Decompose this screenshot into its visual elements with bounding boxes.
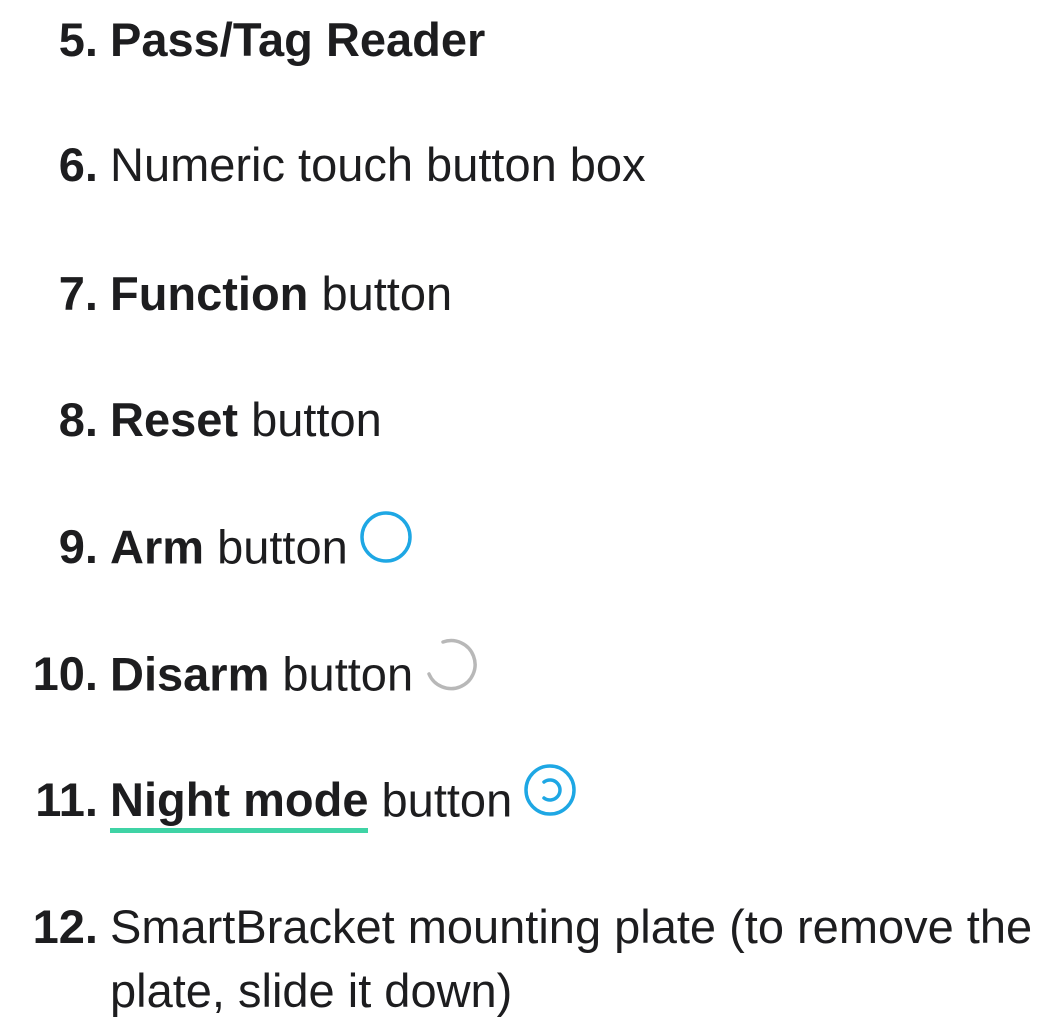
item-title: Reset <box>110 393 239 446</box>
item-text: button <box>308 267 453 320</box>
list-item-10: 10. Disarm button <box>0 638 1064 714</box>
item-title: Disarm <box>110 647 270 701</box>
list-item-9: 9. Arm button <box>0 511 1064 587</box>
disarm-broken-circle-icon <box>423 636 479 708</box>
item-number: 6. <box>58 138 98 191</box>
item-number: 5. <box>58 13 98 66</box>
item-title: Function <box>110 267 309 320</box>
night-mode-circle-icon <box>522 762 578 834</box>
item-number: 9. <box>58 520 98 574</box>
item-number: 10. <box>32 647 98 701</box>
list-item-6: 6. Numeric touch button box <box>0 133 1064 197</box>
item-text: Numeric touch button box <box>110 138 646 191</box>
arm-circle-icon <box>358 509 414 581</box>
item-text: button <box>269 647 414 701</box>
item-number: 8. <box>58 393 98 446</box>
item-title: Pass/Tag Reader <box>110 13 486 66</box>
item-text: SmartBracket mounting plate (to remove t… <box>110 900 1033 1017</box>
item-number: 12. <box>32 900 98 953</box>
item-number: 7. <box>58 267 98 320</box>
item-number: 11. <box>35 773 98 827</box>
item-text: button <box>204 520 348 574</box>
night-mode-link[interactable]: Night mode <box>110 773 369 834</box>
list-item-8: 8. Reset button <box>0 388 1064 452</box>
item-text: button <box>368 773 513 827</box>
list-item-12: 12. SmartBracket mounting plate (to remov… <box>0 895 1064 1023</box>
list-item-7: 7. Function button <box>0 262 1064 326</box>
list-item-11: 11. Night mode button <box>0 764 1064 840</box>
item-title: Arm <box>110 520 205 574</box>
item-text: button <box>238 393 382 446</box>
list-item-5: 5. Pass/Tag Reader <box>0 8 1064 72</box>
